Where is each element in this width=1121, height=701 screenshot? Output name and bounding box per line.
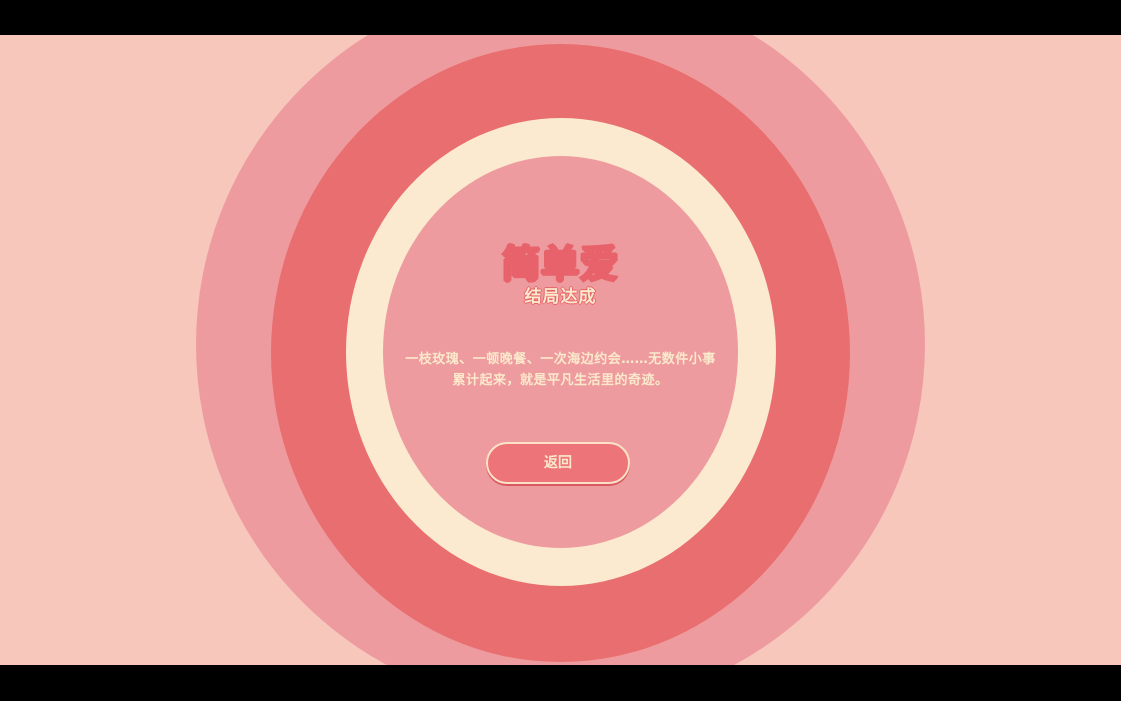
letterbox-bottom bbox=[0, 665, 1121, 701]
ending-description: 一枝玫瑰、一顿晚餐、一次海边约会……无数件小事累计起来，就是平凡生活里的奇迹。 bbox=[405, 352, 716, 388]
ending-title: 简单爱 bbox=[501, 241, 619, 287]
ending-panel: 简单爱 结局达成 一枝玫瑰、一顿晚餐、一次海边约会……无数件小事累计起来，就是平… bbox=[383, 156, 738, 548]
letterbox-top bbox=[0, 0, 1121, 35]
ending-screen: 简单爱 结局达成 一枝玫瑰、一顿晚餐、一次海边约会……无数件小事累计起来，就是平… bbox=[0, 35, 1121, 665]
ending-subtitle: 结局达成 bbox=[524, 287, 597, 307]
back-button[interactable]: 返回 bbox=[486, 442, 630, 484]
